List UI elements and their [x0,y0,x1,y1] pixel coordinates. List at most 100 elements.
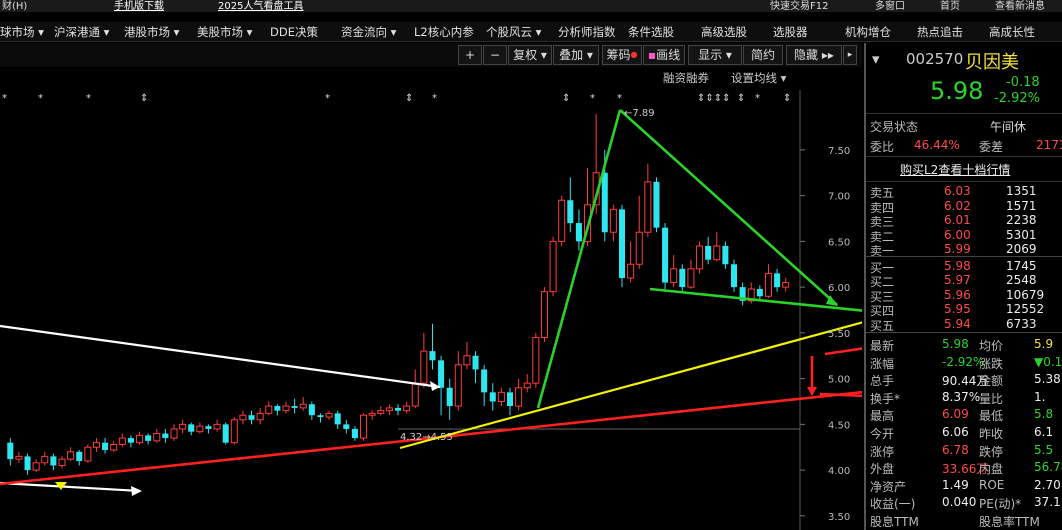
candle [662,223,669,292]
bid-row[interactable]: 买二 5.97 2548 [866,273,1062,289]
stat-label: 今开 [870,427,895,441]
candle-body [532,336,540,384]
stat-value-2: 5.5 [1034,442,1054,457]
chips-button[interactable]: 筹码● [602,45,642,65]
candle [170,424,178,441]
weicha-value: 2173 [1036,138,1062,152]
menu-us-market[interactable]: 美股市场 ▾ [197,24,252,40]
candle [102,438,109,454]
candle [696,241,704,274]
draw-line-button[interactable]: ▪画线 [643,45,685,65]
candle [153,428,161,443]
candle [76,449,83,466]
menu-selector[interactable]: 选股器 [773,24,808,40]
candle-body [127,438,134,443]
stat-value: 6.78 [942,442,969,457]
kline-chart[interactable]: 融资融券 设置均线 ▾ * * * ⇕ * ⇕ * ⇕ * * ⇕⇕⇕⇕ ⇕ * ⇕ ←7.89 4… [0,68,862,530]
stat-row: 最新 5.98 均价 5.9 [866,336,1062,354]
candle [213,419,221,432]
level-volume: 6733 [1006,316,1037,331]
menu-hotspot[interactable]: 热点追击 [917,24,963,40]
stat-value-2: 37.1 [1034,495,1061,510]
chart-toolbar: + − 复权 ▾ 叠加 ▾ 筹码● ▪画线 显示 ▾ 简约 隐藏 ▸▸ ▸ [0,43,862,67]
menu-hk-market[interactable]: 港股市场 ▾ [124,24,179,40]
stat-label: 涨停 [870,444,895,459]
dropdown-icon[interactable]: ▾ [872,50,884,68]
set-ma-label[interactable]: 设置均线 ▾ [731,71,787,85]
menu-l2-insight[interactable]: L2核心内参 [414,24,474,40]
display-button[interactable]: 显示 ▾ [688,45,742,65]
candle-body [567,200,574,224]
candle-body [84,446,92,462]
stat-label: 净资产 [870,479,907,494]
svg-text:⇕: ⇕ [737,93,745,104]
price-change: -0.18 [1006,75,1040,90]
zoom-out-button[interactable]: − [483,45,507,65]
candle [713,232,721,262]
candle-body [58,458,66,467]
ask-row[interactable]: 卖三 6.01 2238 [866,213,1062,229]
fuquan-button[interactable]: 复权 ▾ [508,45,552,65]
candle-body [118,437,126,445]
stat-row: 股息TTM 股息率TTM [866,512,1062,530]
stat-label: 收益(一) [870,497,916,512]
menu-fund-flow[interactable]: 资金流向 ▾ [341,24,396,40]
simple-button[interactable]: 简约 [743,45,783,65]
menu-inst-increase[interactable]: 机构增仓 [845,24,891,40]
candle [618,204,626,288]
candle-body [325,412,333,418]
buy-l2-link[interactable]: 购买L2查看十档行情 [900,161,1010,178]
svg-text:←7.89: ←7.89 [624,108,655,119]
candle-body [756,288,763,297]
bid-row[interactable]: 买五 5.94 6733 [866,316,1062,333]
candle-body [497,391,505,402]
candle [627,241,635,283]
bid-row[interactable]: 买四 5.95 12552 [866,302,1062,318]
candle-body [360,414,368,439]
ask-row[interactable]: 卖一 5.99 2069 [866,242,1062,258]
menu-hk-connect[interactable]: 沪深港通 ▾ [54,24,109,40]
stat-label-2: 最低 [979,409,1004,424]
stat-label-2: 股息率TTM [979,515,1040,529]
stat-label: 总手 [870,374,895,389]
candle [679,264,686,292]
menu-advanced-select[interactable]: 高级选股 [701,24,747,40]
margin-trading-label[interactable]: 融资融券 [663,71,709,85]
candle-body [179,423,187,430]
bid-row[interactable]: 买三 5.96 10679 [866,288,1062,304]
weibi-value: 46.44% [914,138,960,152]
news-button[interactable]: 查看新消息 [995,0,1045,12]
price-change-pct: -2.92% [994,91,1040,106]
menu-condition-select[interactable]: 条件选股 [628,24,674,40]
popular-tool-link[interactable]: 2025人气看盘工具 [218,0,303,12]
bid-row[interactable]: 买一 5.98 1745 [866,259,1062,275]
trade-status: 午间休 [990,120,1027,134]
overlay-button[interactable]: 叠加 ▾ [553,45,599,65]
close-toolbar-icon[interactable]: ▸ [843,45,857,65]
multi-window-button[interactable]: 多窗口 [875,0,905,12]
menu-stock-storm[interactable]: 个股风云 ▾ [486,24,541,40]
ask-row[interactable]: 卖五 6.03 1351 [866,184,1062,200]
menu-global-market[interactable]: 球市场 ▾ [0,24,44,40]
ask-row[interactable]: 卖四 6.02 1571 [866,199,1062,215]
level-volume: 5301 [1006,227,1037,242]
menu-analyst-index[interactable]: 分析师指数 [558,24,616,40]
home-button[interactable]: 首页 [940,0,960,12]
ask-row[interactable]: 卖二 6.00 5301 [866,227,1062,244]
svg-text:⇕: ⇕ [140,93,148,104]
candle [764,264,772,299]
menu-high-growth[interactable]: 高成长性 [989,24,1035,40]
top-item-finance[interactable]: 财(H) [2,0,27,12]
candle [532,332,540,388]
level-price: 5.99 [944,242,971,256]
stat-label-2: 量比 [979,391,1004,406]
zoom-in-button[interactable]: + [458,45,482,65]
hide-button[interactable]: 隐藏 ▸▸ [786,45,842,65]
candle [722,241,729,269]
candle [188,422,195,436]
candle-body [24,456,31,471]
candle-body [730,264,738,288]
menu-dde[interactable]: DDE决策 [270,24,318,40]
mobile-download-link[interactable]: 手机版下载 [114,0,164,12]
quick-trade-button[interactable]: 快速交易F12 [770,0,828,12]
